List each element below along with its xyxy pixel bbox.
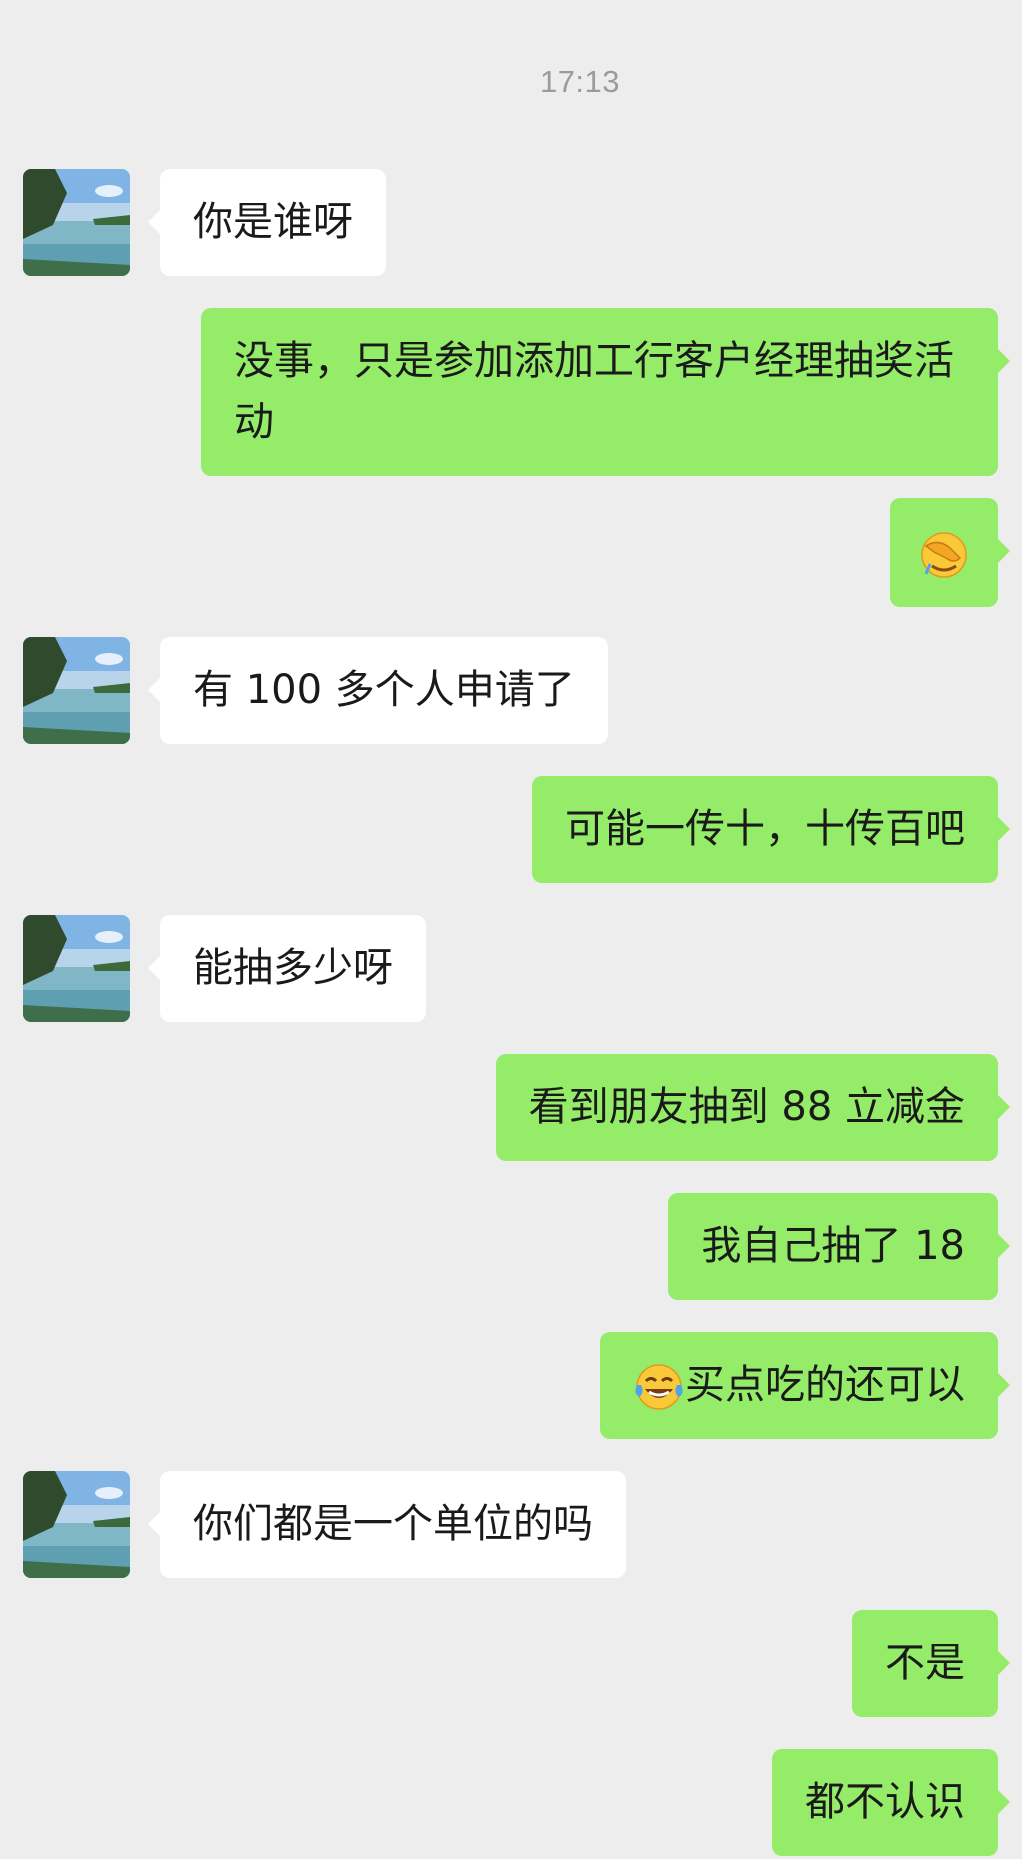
contact-avatar[interactable] xyxy=(23,1471,130,1578)
contact-avatar[interactable] xyxy=(23,915,130,1022)
facepalm-emoji-icon xyxy=(920,524,968,583)
message-bubble-outgoing[interactable]: 看到朋友抽到 88 立减金 xyxy=(495,1054,1011,1161)
message-bubble-incoming[interactable]: 你是谁呀 xyxy=(148,169,386,276)
message-bubble-outgoing[interactable] xyxy=(890,498,1010,607)
contact-avatar[interactable] xyxy=(23,169,130,276)
message-bubble-outgoing[interactable]: 都不认识 xyxy=(772,1749,1010,1856)
message-text: 都不认识 xyxy=(805,1779,965,1825)
message-bubble-outgoing[interactable]: 买点吃的还可以 xyxy=(600,1332,1010,1439)
tears-of-joy-emoji-icon xyxy=(633,1361,685,1413)
message-bubble-incoming[interactable]: 能抽多少呀 xyxy=(148,915,426,1022)
message-text: 买点吃的还可以 xyxy=(685,1362,965,1408)
message-bubble-outgoing[interactable]: 我自己抽了 18 xyxy=(668,1193,1010,1300)
message-text: 你们都是一个单位的吗 xyxy=(193,1501,593,1547)
message-text: 我自己抽了 18 xyxy=(701,1223,965,1269)
message-text: 你是谁呀 xyxy=(193,199,353,245)
message-text: 不是 xyxy=(885,1640,965,1686)
message-bubble-outgoing[interactable]: 不是 xyxy=(852,1610,1010,1717)
message-text: 看到朋友抽到 88 立减金 xyxy=(528,1084,965,1130)
message-text: 能抽多少呀 xyxy=(193,945,393,991)
message-bubble-incoming[interactable]: 你们都是一个单位的吗 xyxy=(148,1471,626,1578)
contact-avatar[interactable] xyxy=(23,637,130,744)
message-text: 有 100 多个人申请了 xyxy=(193,667,575,713)
message-text: 没事，只是参加添加工行客户经理抽奖活动 xyxy=(234,338,954,445)
message-bubble-outgoing[interactable]: 可能一传十，十传百吧 xyxy=(532,776,1010,883)
chat-timestamp: 17:13 xyxy=(539,64,621,99)
message-text: 可能一传十，十传百吧 xyxy=(565,806,965,852)
message-bubble-incoming[interactable]: 有 100 多个人申请了 xyxy=(148,637,608,744)
message-bubble-outgoing[interactable]: 没事，只是参加添加工行客户经理抽奖活动 xyxy=(201,308,1010,476)
